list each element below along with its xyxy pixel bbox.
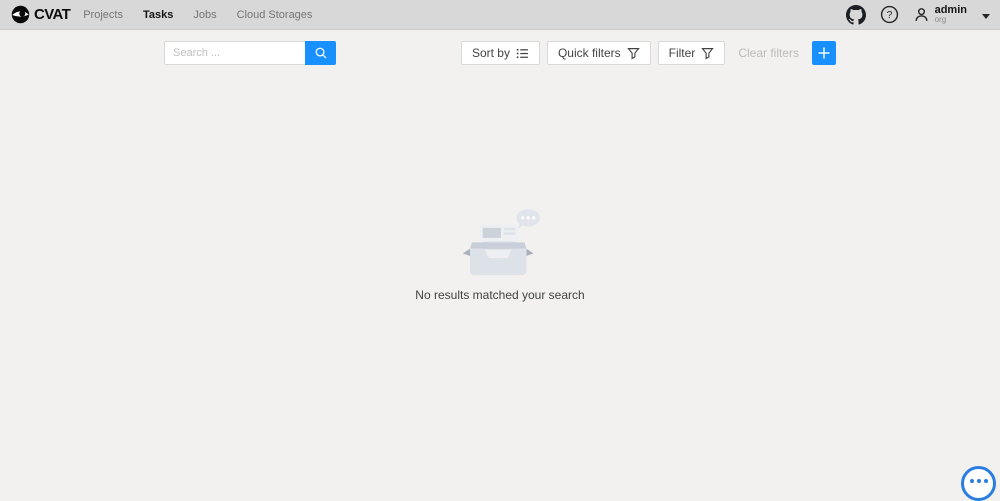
search-group	[164, 41, 336, 65]
top-navigation-bar: CVAT Projects Tasks Jobs Cloud Storages …	[0, 0, 1000, 30]
filters-group: Sort by Quick filters Filter	[454, 41, 836, 65]
plus-icon	[817, 46, 831, 60]
svg-text:?: ?	[886, 10, 892, 21]
nav-item-projects[interactable]: Projects	[83, 9, 123, 21]
main-navigation: Projects Tasks Jobs Cloud Storages	[83, 9, 312, 21]
user-org: org	[935, 16, 967, 24]
nav-item-jobs[interactable]: Jobs	[193, 9, 216, 21]
clear-filters-link[interactable]: Clear filters	[738, 46, 799, 60]
github-icon[interactable]	[846, 5, 866, 25]
chat-dots-icon	[970, 479, 988, 498]
user-icon	[913, 6, 930, 23]
chevron-down-icon	[982, 14, 990, 19]
quick-filters-label: Quick filters	[558, 46, 621, 60]
cvat-tasks-page: CVAT Projects Tasks Jobs Cloud Storages …	[0, 0, 1000, 302]
sort-by-label: Sort by	[472, 46, 510, 60]
user-menu[interactable]: admin org	[913, 5, 990, 25]
filter-button[interactable]: Filter	[658, 41, 726, 65]
logo-text: CVAT	[34, 6, 70, 23]
header-actions: ? admin org	[846, 5, 990, 25]
user-info: admin org	[935, 5, 967, 25]
search-button[interactable]	[305, 41, 336, 65]
sort-by-button[interactable]: Sort by	[461, 41, 540, 65]
filter-funnel-icon	[627, 47, 640, 60]
empty-state: No results matched your search	[0, 206, 1000, 302]
cvat-logo[interactable]: CVAT	[10, 4, 70, 25]
unordered-list-icon	[516, 47, 529, 60]
empty-inbox-illustration	[450, 206, 550, 277]
empty-message: No results matched your search	[415, 288, 584, 302]
cvat-eye-icon	[10, 4, 31, 25]
create-task-button[interactable]	[812, 41, 836, 65]
help-icon[interactable]: ?	[880, 5, 899, 24]
chat-widget-button[interactable]	[961, 466, 996, 501]
nav-item-cloud-storages[interactable]: Cloud Storages	[237, 9, 313, 21]
quick-filters-button[interactable]: Quick filters	[547, 41, 651, 65]
search-input[interactable]	[164, 41, 305, 65]
search-icon	[314, 46, 328, 60]
nav-item-tasks[interactable]: Tasks	[143, 9, 173, 21]
tasks-toolbar: Sort by Quick filters Filter	[164, 41, 836, 65]
filter-label: Filter	[669, 46, 696, 60]
filter-funnel-icon	[701, 47, 714, 60]
